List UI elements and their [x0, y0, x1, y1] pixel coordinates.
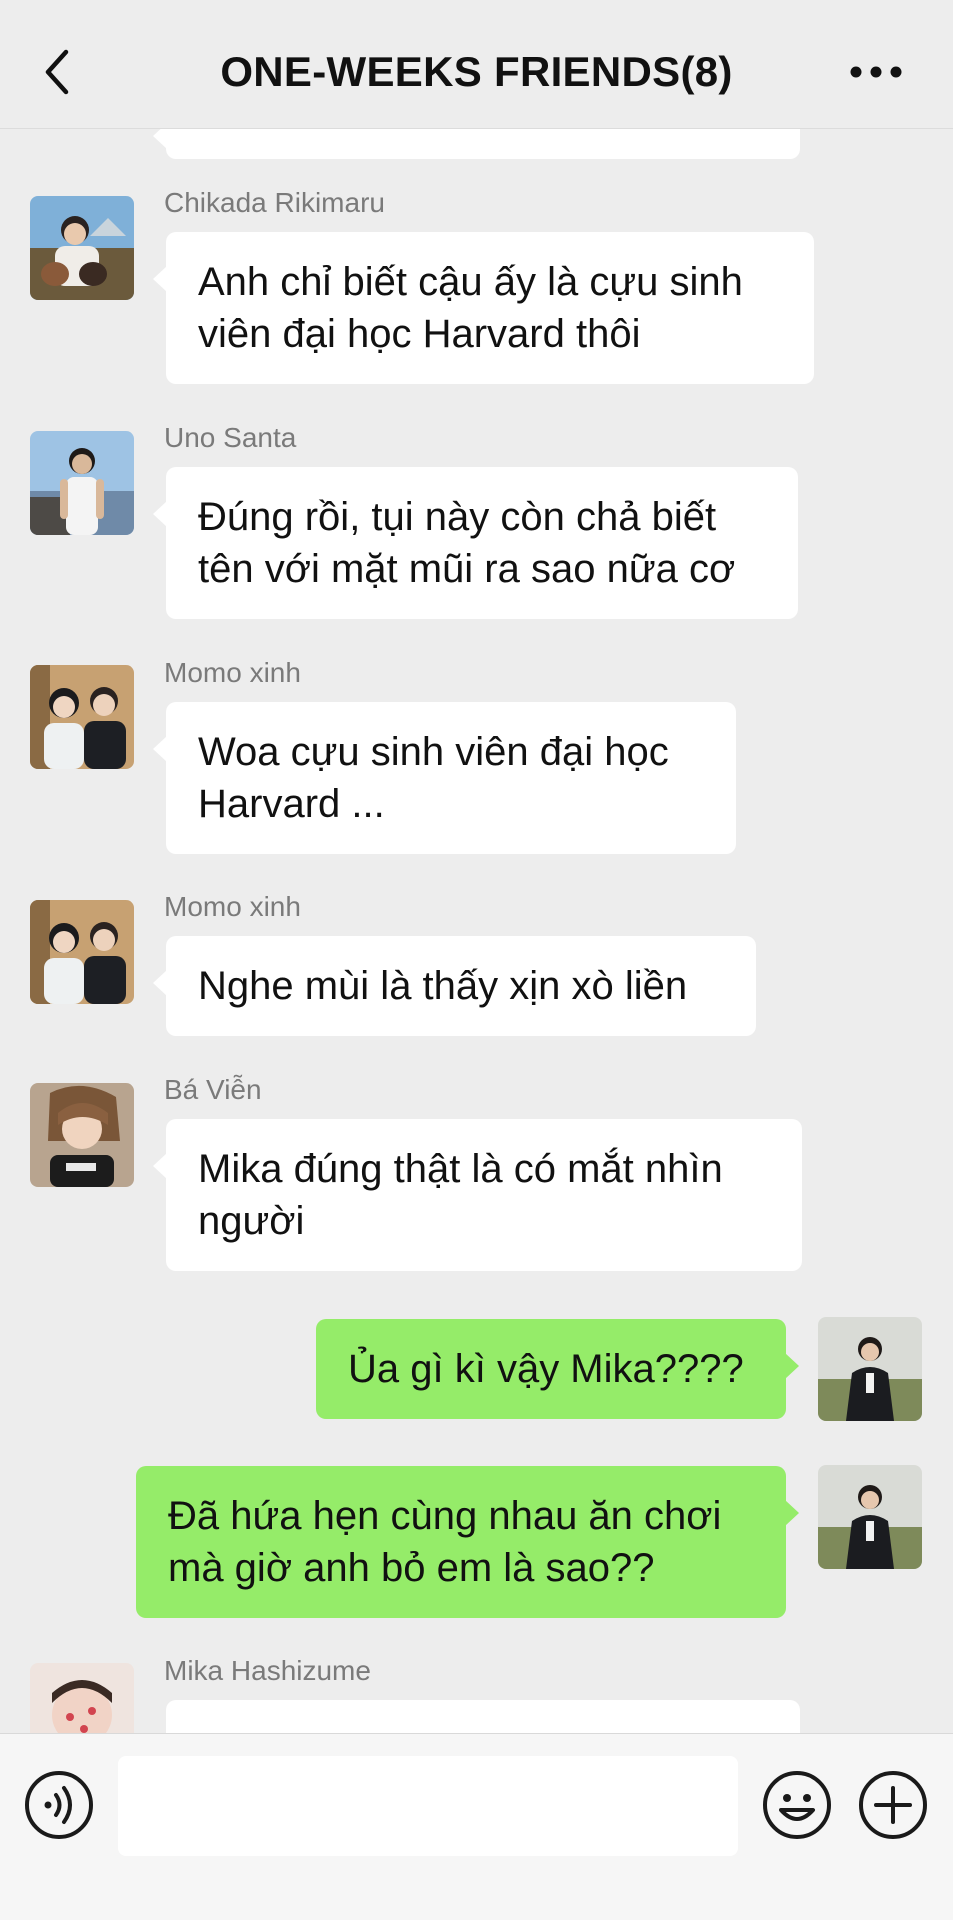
- chat-header: ONE-WEEKS FRIENDS(8): [0, 0, 953, 129]
- message-input[interactable]: [118, 1756, 738, 1856]
- plus-button[interactable]: [858, 1770, 928, 1840]
- emoji-icon: [763, 1771, 831, 1839]
- avatar[interactable]: [30, 196, 134, 300]
- message-bubble-partial: [153, 129, 800, 159]
- message-list[interactable]: Chikada Rikimaru Anh chỉ biết cậu ấy là …: [0, 129, 953, 1733]
- message-bubble[interactable]: Mika đúng thật là có mắt nhìn người: [153, 1119, 802, 1271]
- message-bubble[interactable]: Nghe mùi là thấy xịn xò liền: [153, 936, 756, 1036]
- emoji-button[interactable]: [762, 1770, 832, 1840]
- sender-name: Momo xinh: [164, 891, 301, 922]
- avatar[interactable]: [30, 665, 134, 769]
- avatar[interactable]: [30, 431, 134, 535]
- input-bar: [0, 1733, 953, 1920]
- sender-name: Chikada Rikimaru: [164, 187, 385, 218]
- chevron-left-icon: [45, 49, 69, 95]
- message-bubble[interactable]: Anh chỉ biết cậu ấy là cựu sinh viên đại…: [153, 232, 814, 384]
- sender-name: Momo xinh: [164, 657, 301, 688]
- avatar[interactable]: [30, 900, 134, 1004]
- avatar[interactable]: [30, 1083, 134, 1187]
- voice-button[interactable]: [24, 1770, 94, 1840]
- chat-title: ONE-WEEKS FRIENDS(8): [220, 48, 733, 95]
- chat-screen: ONE-WEEKS FRIENDS(8) Chikada Rikimaru An…: [0, 0, 953, 1920]
- more-dots-icon: [850, 66, 902, 78]
- sender-name: Bá Viễn: [164, 1074, 262, 1105]
- avatar-self[interactable]: [818, 1317, 922, 1421]
- message-bubble[interactable]: [166, 1700, 800, 1733]
- avatar-self[interactable]: [818, 1465, 922, 1569]
- message-bubble-outgoing[interactable]: Ủa gì kì vậy Mika????: [316, 1319, 799, 1419]
- message-bubble[interactable]: Đúng rồi, tụi này còn chả biết tên với m…: [153, 467, 798, 619]
- avatar[interactable]: [30, 1663, 134, 1733]
- sender-name: Mika Hashizume: [164, 1655, 371, 1686]
- message-bubble-outgoing[interactable]: Đã hứa hẹn cùng nhau ăn chơi mà giờ anh …: [136, 1466, 799, 1618]
- sender-name: Uno Santa: [164, 422, 297, 453]
- back-button[interactable]: [36, 44, 84, 100]
- more-button[interactable]: [848, 56, 904, 88]
- message-bubble[interactable]: Woa cựu sinh viên đại học Harvard ...: [153, 702, 736, 854]
- plus-icon: [859, 1771, 927, 1839]
- voice-icon: [25, 1771, 93, 1839]
